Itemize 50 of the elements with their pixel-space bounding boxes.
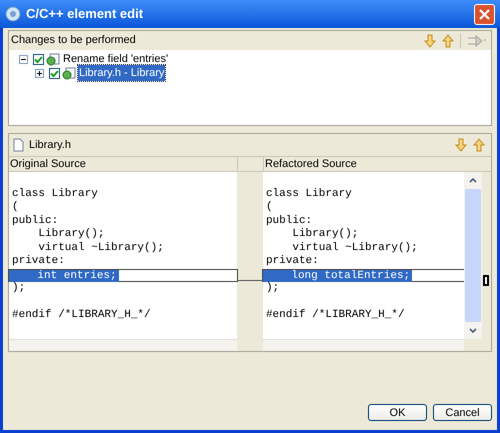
horizontal-scrollbar[interactable] xyxy=(262,339,464,351)
change-icon xyxy=(46,52,60,66)
horizontal-scrollbar[interactable] xyxy=(9,339,238,351)
checkbox[interactable] xyxy=(49,68,60,78)
code-line: Library(); xyxy=(291,228,358,240)
dialog-button[interactable]: Cancel xyxy=(433,404,492,421)
code-line: private: xyxy=(11,255,65,267)
code-line: private: xyxy=(264,255,319,267)
code-line: Library(); xyxy=(37,228,104,240)
change-icon xyxy=(62,66,76,80)
scroll-up-icon[interactable] xyxy=(469,177,478,183)
file-icon xyxy=(13,138,24,152)
code-line: class Library xyxy=(11,188,98,200)
code-line: ); xyxy=(264,282,280,294)
code-line: virtual ~Library(); xyxy=(291,242,418,254)
tree-item[interactable]: Library.h - Library xyxy=(78,64,166,82)
checkbox[interactable] xyxy=(33,54,44,64)
code-line: ); xyxy=(11,282,26,294)
close-button[interactable] xyxy=(474,4,495,24)
up-arrow-icon[interactable] xyxy=(442,34,454,48)
filter-icon[interactable] xyxy=(467,34,487,46)
scroll-down-icon[interactable] xyxy=(469,328,478,334)
column-header: Original Source xyxy=(9,157,238,171)
panel-title: Changes to be performed xyxy=(11,33,137,48)
up-arrow-icon[interactable] xyxy=(473,138,485,152)
code-line: #endif /*LIBRARY_H_*/ xyxy=(264,309,405,321)
dialog-button[interactable]: OK xyxy=(368,404,427,421)
code-editor[interactable]: class Library ( public: Library(); virtual ~Library(); private: int entries; ); #endif /*LIBRARY_H_*/ xyxy=(9,172,238,339)
window-title: C/C++ element edit xyxy=(26,5,144,24)
code-line: public: xyxy=(11,214,58,226)
code-line: #endif /*LIBRARY_H_*/ xyxy=(11,309,151,321)
app-icon xyxy=(5,6,21,22)
code-line: virtual ~Library(); xyxy=(37,242,164,254)
change-marker[interactable] xyxy=(483,275,490,286)
expand-toggle[interactable] xyxy=(35,68,44,78)
collapse-toggle[interactable] xyxy=(19,54,28,64)
down-arrow-icon[interactable] xyxy=(455,138,467,152)
code-line: ( xyxy=(264,201,273,213)
code-line: ( xyxy=(11,201,19,213)
scrollbar-thumb[interactable] xyxy=(465,189,482,322)
code-editor[interactable]: class Library ( public: Library(); virtual ~Library(); private: long totalEntries; ); #endif /*LIBRARY_H_*/ xyxy=(262,172,464,339)
code-line: class Library xyxy=(264,188,352,200)
tree-item[interactable]: Rename field 'entries' xyxy=(62,50,170,68)
code-line: public: xyxy=(264,214,312,226)
file-name: Library.h xyxy=(29,138,72,153)
connector-line xyxy=(237,280,263,281)
close-icon xyxy=(479,8,490,20)
column-header: Refactored Source xyxy=(264,157,358,171)
vertical-scrollbar[interactable] xyxy=(464,172,482,339)
down-arrow-icon[interactable] xyxy=(424,34,436,48)
